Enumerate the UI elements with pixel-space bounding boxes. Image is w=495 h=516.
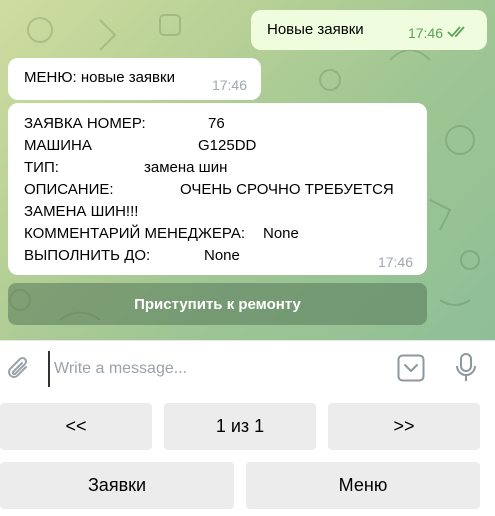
start-repair-button[interactable]: Приступить к ремонту — [8, 283, 427, 325]
order-value: G125DD — [198, 137, 257, 154]
menu-message: МЕНЮ: новые заявки 17:46 — [8, 58, 261, 100]
order-value: замена шин — [144, 159, 228, 176]
microphone-icon[interactable] — [455, 353, 477, 383]
order-label: ЗАМЕНА ШИН!!! — [24, 203, 139, 220]
order-label: КОММЕНТАРИЙ МЕНЕДЖЕРА: — [24, 225, 245, 242]
chat-area: Новые заявки 17:46 МЕНЮ: новые заявки 17… — [0, 0, 495, 340]
outgoing-message: Новые заявки 17:46 — [251, 10, 487, 50]
paperclip-icon[interactable] — [6, 355, 32, 383]
message-time: 17:46 — [407, 25, 443, 41]
order-label: ТИП: — [24, 159, 59, 176]
order-row: ЗАЯВКА НОМЕР: 76 — [24, 113, 411, 135]
order-row: ЗАМЕНА ШИН!!! — [24, 201, 411, 223]
order-label: МАШИНА — [24, 137, 92, 154]
order-message: ЗАЯВКА НОМЕР: 76 МАШИНА G125DD ТИП: замена … — [8, 103, 427, 275]
orders-button[interactable]: Заявки — [0, 462, 234, 509]
message-text: Новые заявки — [267, 21, 364, 38]
order-label: ЗАЯВКА НОМЕР: — [24, 115, 146, 132]
keyboard-toggle-icon[interactable] — [397, 354, 425, 382]
message-time: 17:46 — [211, 77, 247, 93]
message-composer — [0, 340, 495, 394]
order-value: ОЧЕНЬ СРОЧНО ТРЕБУЕТСЯ — [180, 181, 394, 198]
reply-keyboard: << 1 из 1 >> Заявки Меню — [0, 394, 495, 516]
order-row: МАШИНА G125DD — [24, 135, 411, 157]
menu-button[interactable]: Меню — [246, 462, 480, 509]
order-label: ОПИСАНИЕ: — [24, 181, 114, 198]
prev-page-button[interactable]: << — [0, 403, 152, 450]
order-label: ВЫПОЛНИТЬ ДО: — [24, 247, 151, 264]
order-value: 76 — [208, 115, 225, 132]
order-row: ТИП: замена шин — [24, 157, 411, 179]
order-value: None — [204, 247, 240, 264]
message-time: 17:46 — [377, 254, 413, 270]
message-input[interactable] — [48, 351, 386, 387]
order-row: ВЫПОЛНИТЬ ДО: None — [24, 245, 411, 267]
double-check-icon — [447, 26, 465, 38]
next-page-button[interactable]: >> — [328, 403, 480, 450]
message-text: МЕНЮ: новые заявки — [24, 69, 175, 86]
order-row: ОПИСАНИЕ: ОЧЕНЬ СРОЧНО ТРЕБУЕТСЯ — [24, 179, 411, 201]
page-indicator-button[interactable]: 1 из 1 — [164, 403, 316, 450]
order-row: КОММЕНТАРИЙ МЕНЕДЖЕРА: None — [24, 223, 411, 245]
order-value: None — [263, 225, 299, 242]
